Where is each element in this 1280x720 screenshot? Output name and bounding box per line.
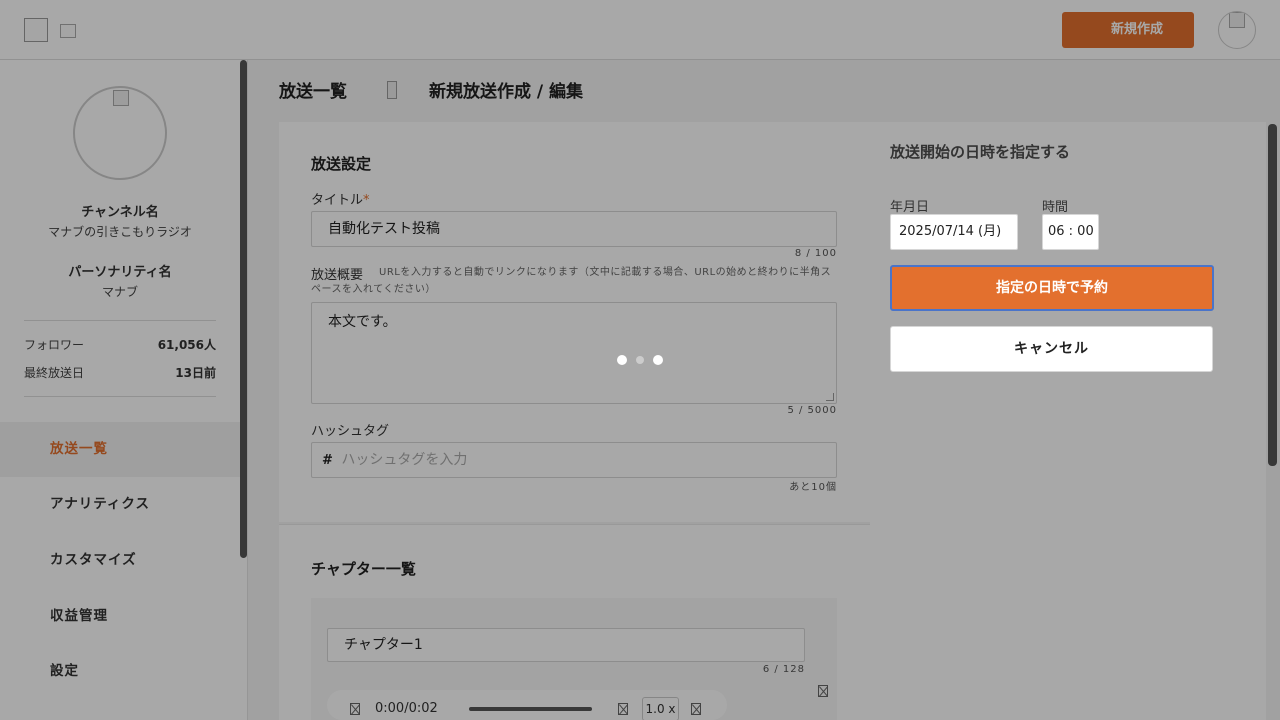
time-input[interactable]: 06 : 00 [1042, 214, 1099, 250]
date-label: 年月日 [890, 200, 930, 215]
date-input[interactable]: 2025/07/14 (月) [890, 214, 1018, 250]
cancel-button[interactable]: キャンセル [890, 326, 1213, 372]
time-label: 時間 [1042, 200, 1069, 215]
schedule-heading: 放送開始の日時を指定する [890, 143, 1071, 161]
loading-dot [636, 356, 644, 364]
loading-dot [617, 355, 627, 365]
reserve-button[interactable]: 指定の日時で予約 [890, 265, 1214, 311]
loading-dot [653, 355, 663, 365]
